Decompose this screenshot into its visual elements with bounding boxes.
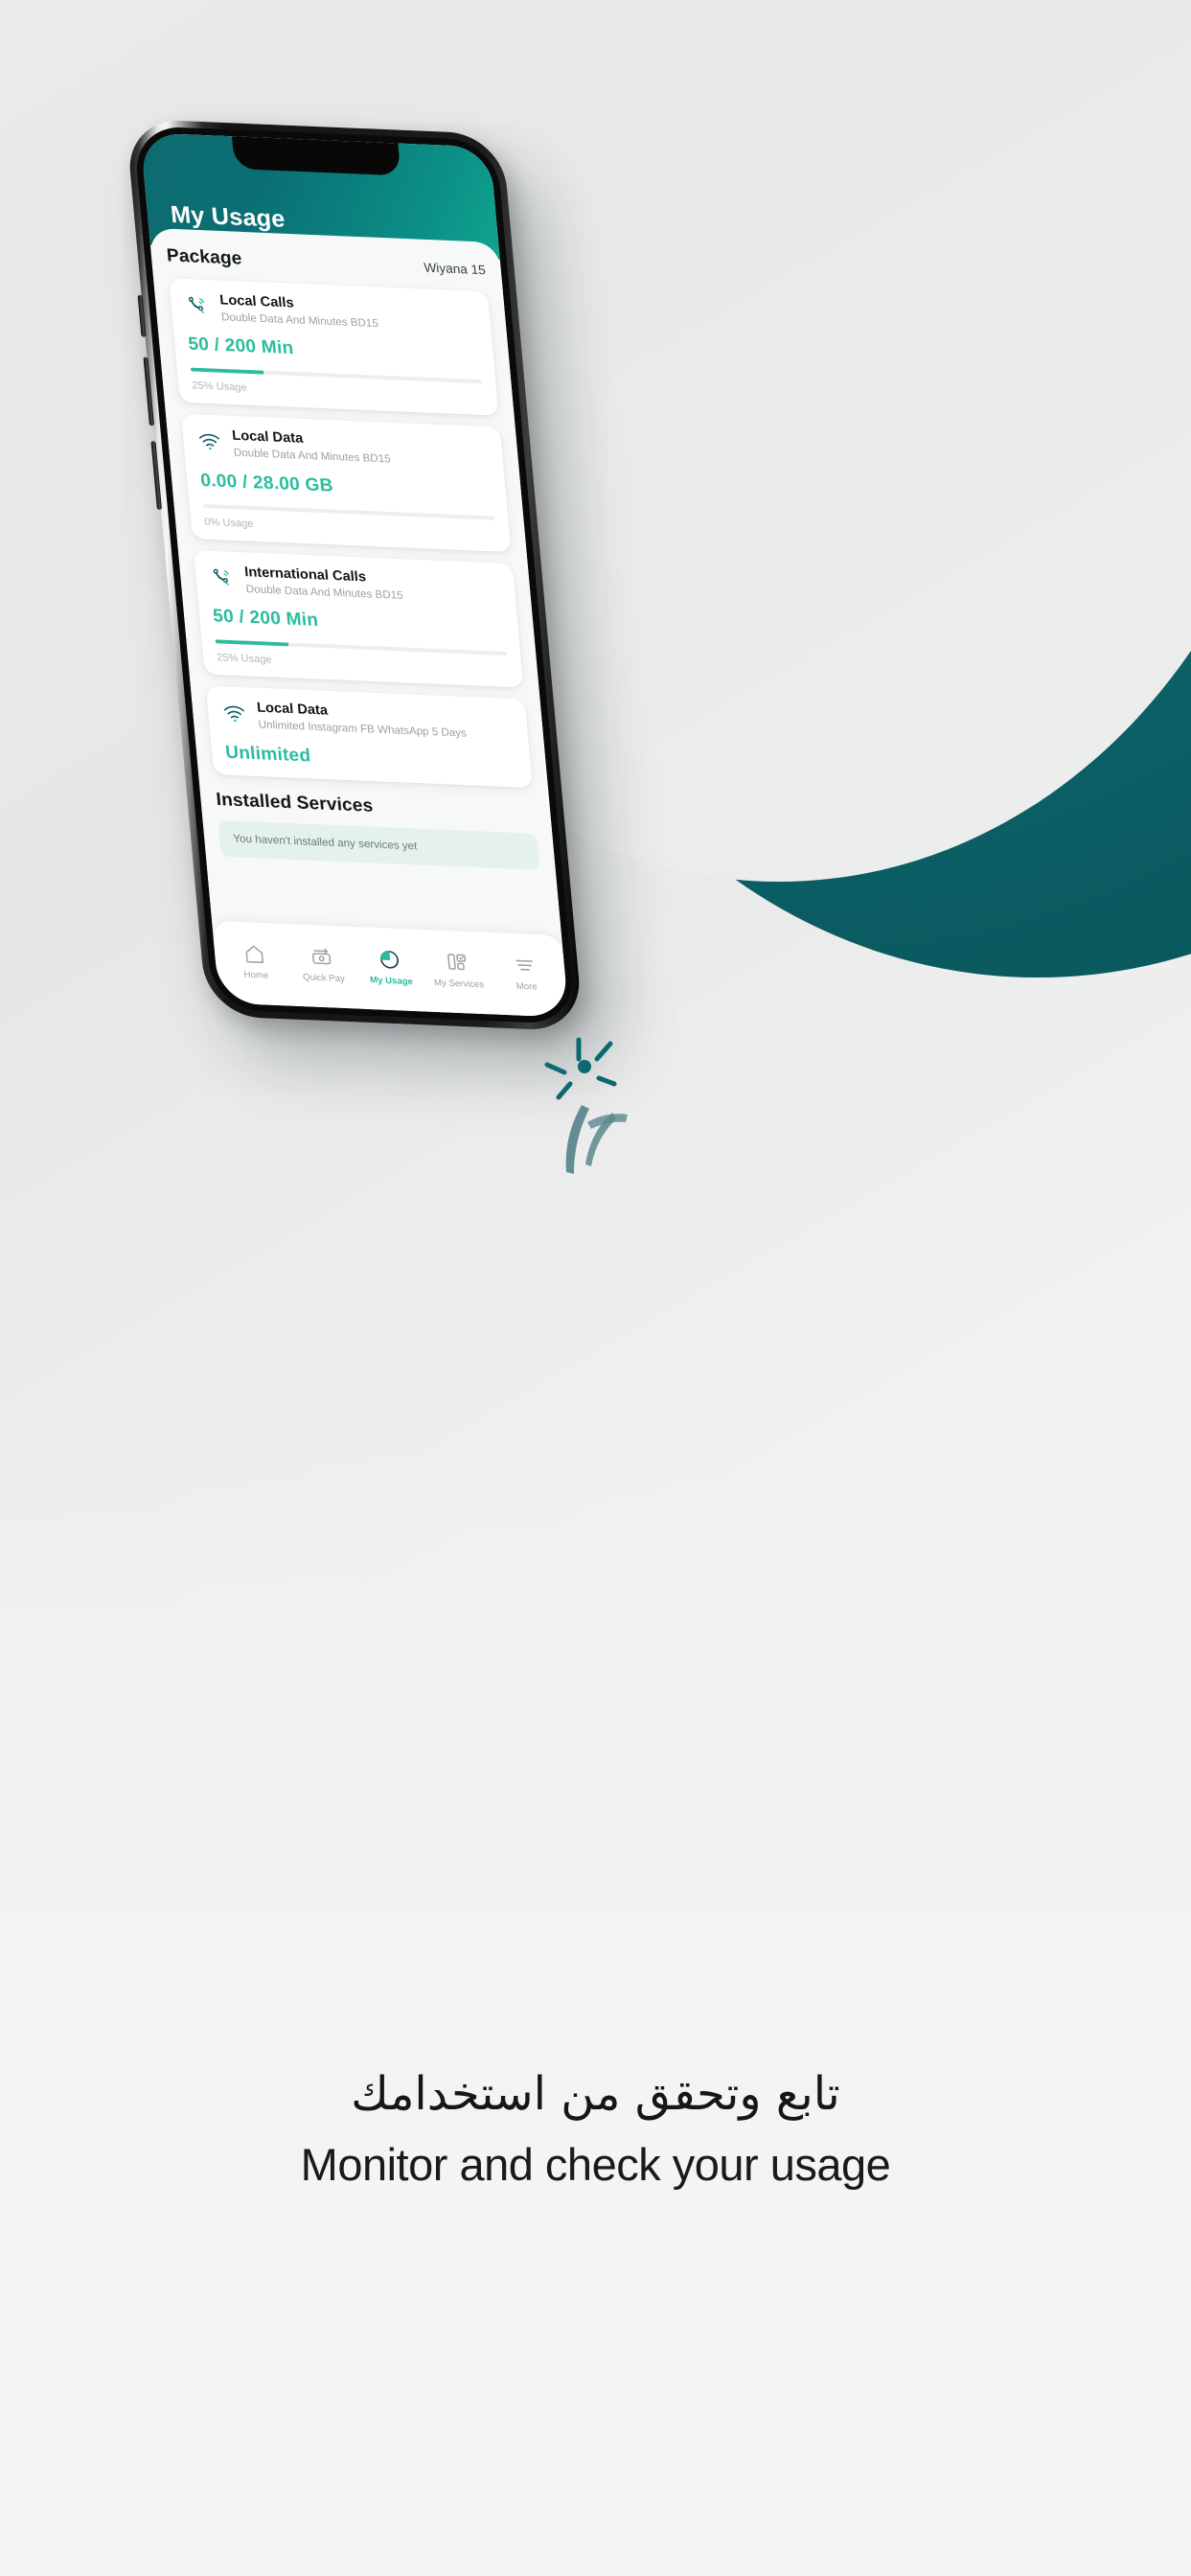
- usage-card[interactable]: Local Data Double Data And Minutes BD15 …: [181, 414, 512, 553]
- usage-percent-label: 25% Usage: [191, 380, 248, 395]
- usage-card-header: Local Data Double Data And Minutes BD15: [195, 427, 490, 472]
- nav-item-home[interactable]: Home: [221, 941, 289, 982]
- nav-item-quick-pay[interactable]: Quick Pay: [288, 944, 356, 985]
- usage-card-amount: Unlimited: [224, 742, 312, 767]
- installed-services-heading: Installed Services: [215, 789, 375, 816]
- usage-card-amount: 50 / 200 Min: [212, 606, 320, 632]
- nav-label-quick-pay: Quick Pay: [302, 972, 346, 985]
- phone-call-icon: [184, 293, 212, 319]
- usage-percent-label: 0% Usage: [203, 516, 255, 530]
- usage-card-header: Local Data Unlimited Instagram FB WhatsA…: [220, 699, 515, 743]
- phone-call-icon: [208, 565, 236, 591]
- nav-item-my-usage[interactable]: My Usage: [356, 947, 424, 988]
- services-grid-icon: [445, 951, 470, 975]
- usage-card-texts: International Calls Double Data And Minu…: [244, 564, 503, 608]
- tagline-arabic: تابع وتحقق من استخدامك: [351, 2067, 840, 2121]
- more-lines-icon: [512, 954, 537, 978]
- package-section-header: Package Wiyana 15: [166, 245, 487, 280]
- usage-progress-fill: [215, 639, 289, 647]
- usage-card-texts: Local Data Unlimited Instagram FB WhatsA…: [256, 701, 515, 744]
- home-icon: [241, 942, 266, 966]
- quick-pay-icon: [309, 945, 334, 969]
- brand-logo-icon: [532, 1030, 656, 1179]
- tagline: تابع وتحقق من استخدامك Monitor and check…: [0, 2065, 1191, 2191]
- usage-card-amount: 50 / 200 Min: [187, 334, 295, 359]
- nav-label-more: More: [515, 980, 538, 993]
- usage-content-sheet: Package Wiyana 15 Local Calls Double Dat…: [149, 227, 569, 1018]
- wifi-icon: [220, 701, 248, 726]
- package-heading: Package: [166, 245, 243, 269]
- nav-label-my-services: My Services: [433, 978, 485, 991]
- usage-card[interactable]: International Calls Double Data And Minu…: [193, 550, 524, 688]
- usage-card-texts: Local Data Double Data And Minutes BD15: [232, 428, 491, 472]
- phone-notch: [231, 136, 401, 176]
- wifi-icon: [196, 429, 224, 455]
- background-fade: [0, 1445, 1191, 2576]
- usage-card-texts: Local Calls Double Data And Minutes BD15: [219, 292, 478, 335]
- usage-card-header: Local Calls Double Data And Minutes BD15: [183, 291, 477, 335]
- usage-card-amount: 0.00 / 28.00 GB: [199, 470, 334, 496]
- nav-label-home: Home: [243, 969, 269, 981]
- usage-card-header: International Calls Double Data And Minu…: [208, 564, 502, 608]
- nav-item-my-services[interactable]: My Services: [424, 950, 492, 991]
- usage-percent-label: 25% Usage: [216, 652, 273, 667]
- usage-card[interactable]: Local Calls Double Data And Minutes BD15…: [169, 278, 499, 417]
- installed-services-empty-state: You haven't installed any services yet: [218, 819, 540, 870]
- bottom-navigation-bar: Home Quick Pay My Usage My Services More: [212, 920, 569, 1018]
- pie-chart-icon: [377, 948, 401, 972]
- usage-card[interactable]: Local Data Unlimited Instagram FB WhatsA…: [205, 685, 533, 788]
- nav-label-my-usage: My Usage: [369, 975, 414, 988]
- package-plan-name: Wiyana 15: [423, 260, 487, 278]
- tagline-english: Monitor and check your usage: [300, 2139, 891, 2190]
- nav-item-more[interactable]: More: [492, 953, 560, 994]
- usage-progress-fill: [190, 367, 264, 376]
